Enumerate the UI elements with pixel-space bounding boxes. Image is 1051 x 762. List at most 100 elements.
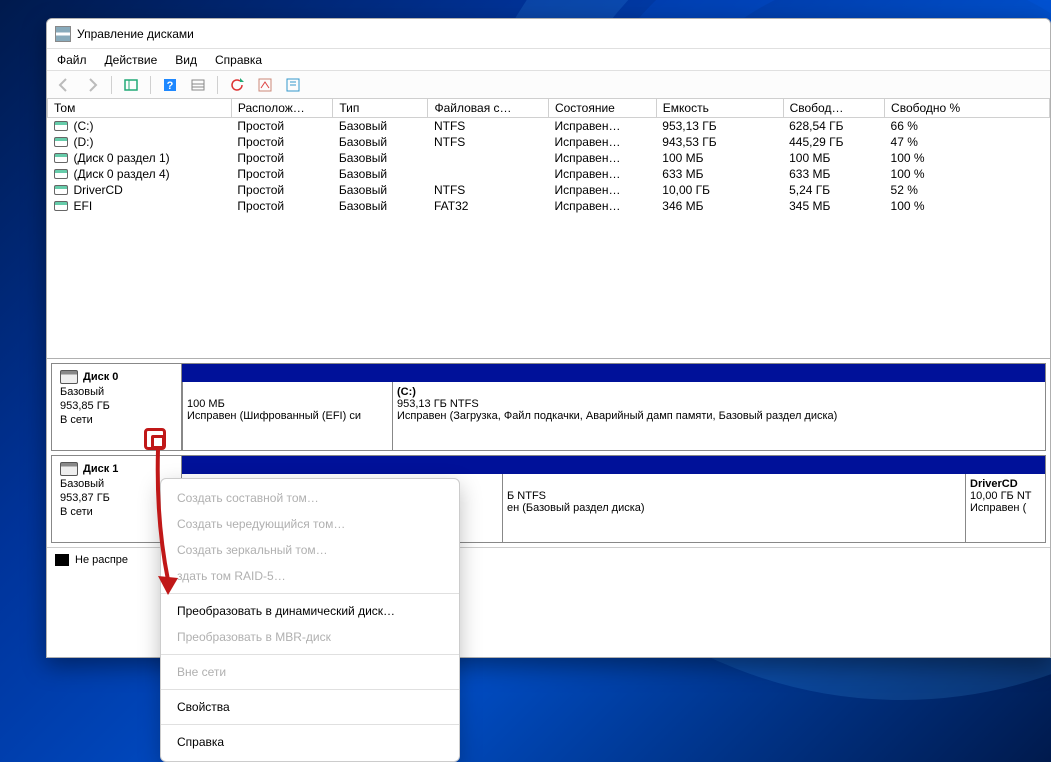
volume-layout: Простой	[231, 198, 332, 214]
volume-fs: NTFS	[428, 134, 548, 150]
disk-1-type: Базовый	[60, 478, 173, 490]
menu-item-help[interactable]: Справка	[161, 729, 459, 755]
volume-free: 5,24 ГБ	[783, 182, 884, 198]
volume-capacity: 633 МБ	[656, 166, 783, 182]
col-status[interactable]: Состояние	[548, 99, 656, 118]
properties-button[interactable]	[282, 74, 304, 96]
volume-row[interactable]: EFIПростойБазовыйFAT32Исправен…346 МБ345…	[48, 198, 1050, 214]
menu-item-striped: Создать чередующийся том…	[161, 511, 459, 537]
disk-icon	[60, 370, 78, 384]
svg-text:?: ?	[167, 80, 174, 92]
disk-0-state: В сети	[60, 414, 173, 426]
nav-back-button[interactable]	[53, 74, 75, 96]
volume-name: (Диск 0 раздел 4)	[74, 167, 170, 181]
volume-free-pct: 66 %	[885, 118, 1050, 135]
volume-name: (Диск 0 раздел 1)	[74, 151, 170, 165]
disk-1-name: Диск 1	[83, 463, 118, 475]
volume-layout: Простой	[231, 134, 332, 150]
volume-capacity: 346 МБ	[656, 198, 783, 214]
col-fs[interactable]: Файловая с…	[428, 99, 548, 118]
volume-free: 345 МБ	[783, 198, 884, 214]
part-name: (C:)	[397, 386, 1041, 398]
disk-icon	[60, 462, 78, 476]
disk-1-size: 953,87 ГБ	[60, 492, 173, 504]
col-volume[interactable]: Том	[48, 99, 232, 118]
volume-name: DriverCD	[74, 183, 123, 197]
disk-1-stripe	[182, 456, 1045, 474]
volume-free-pct: 100 %	[885, 150, 1050, 166]
volume-type: Базовый	[333, 118, 428, 135]
nav-forward-button[interactable]	[81, 74, 103, 96]
volume-fs: NTFS	[428, 118, 548, 135]
volume-row[interactable]: DriverCDПростойБазовыйNTFSИсправен…10,00…	[48, 182, 1050, 198]
menu-item-offline: Вне сети	[161, 659, 459, 685]
legend-swatch-unallocated	[55, 554, 69, 566]
refresh-button[interactable]	[226, 74, 248, 96]
settings-button[interactable]	[187, 74, 209, 96]
disk-0-info[interactable]: Диск 0 Базовый 953,85 ГБ В сети	[52, 364, 182, 450]
volume-capacity: 943,53 ГБ	[656, 134, 783, 150]
volume-icon	[54, 185, 68, 195]
col-free[interactable]: Свобод…	[783, 99, 884, 118]
col-capacity[interactable]: Емкость	[656, 99, 783, 118]
col-free-pct[interactable]: Свободно %	[885, 99, 1050, 118]
show-hide-button[interactable]	[120, 74, 142, 96]
volume-fs	[428, 150, 548, 166]
volume-name: EFI	[74, 199, 93, 213]
list-view-button[interactable]	[254, 74, 276, 96]
help-button[interactable]: ?	[159, 74, 181, 96]
menu-item-convert-mbr: Преобразовать в MBR-диск	[161, 624, 459, 650]
volume-row[interactable]: (Диск 0 раздел 1)ПростойБазовыйИсправен……	[48, 150, 1050, 166]
disk-0-part-c[interactable]: (C:) 953,13 ГБ NTFS Исправен (Загрузка, …	[392, 382, 1045, 450]
volume-row[interactable]: (Диск 0 раздел 4)ПростойБазовыйИсправен……	[48, 166, 1050, 182]
volume-free: 100 МБ	[783, 150, 884, 166]
disk-0-stripe	[182, 364, 1045, 382]
disk-0-part-1[interactable]: 100 МБ Исправен (Шифрованный (EFI) си	[182, 382, 392, 450]
volume-status: Исправен…	[548, 150, 656, 166]
volume-type: Базовый	[333, 134, 428, 150]
legend-label: Не распре	[75, 554, 128, 566]
volume-capacity: 100 МБ	[656, 150, 783, 166]
volume-fs	[428, 166, 548, 182]
volume-status: Исправен…	[548, 118, 656, 135]
volume-layout: Простой	[231, 182, 332, 198]
part-size: 100 МБ	[187, 398, 388, 410]
volume-icon	[54, 153, 68, 163]
volume-capacity: 10,00 ГБ	[656, 182, 783, 198]
menu-item-properties[interactable]: Свойства	[161, 694, 459, 720]
volume-free-pct: 47 %	[885, 134, 1050, 150]
volume-icon	[54, 201, 68, 211]
col-layout[interactable]: Располож…	[231, 99, 332, 118]
volume-row[interactable]: (D:)ПростойБазовыйNTFSИсправен…943,53 ГБ…	[48, 134, 1050, 150]
disk-row-0: Диск 0 Базовый 953,85 ГБ В сети 100 МБ И…	[51, 363, 1046, 451]
menu-action[interactable]: Действие	[105, 53, 158, 67]
volume-free-pct: 100 %	[885, 198, 1050, 214]
volume-layout: Простой	[231, 166, 332, 182]
column-headers[interactable]: Том Располож… Тип Файловая с… Состояние …	[48, 99, 1050, 118]
part-status: Исправен (Шифрованный (EFI) си	[187, 410, 388, 422]
volume-fs: FAT32	[428, 198, 548, 214]
menu-help[interactable]: Справка	[215, 53, 262, 67]
volume-status: Исправен…	[548, 166, 656, 182]
volume-type: Базовый	[333, 198, 428, 214]
volume-free: 628,54 ГБ	[783, 118, 884, 135]
disk-0-size: 953,85 ГБ	[60, 400, 173, 412]
part-status: Исправен (Загрузка, Файл подкачки, Авари…	[397, 410, 1041, 422]
col-type[interactable]: Тип	[333, 99, 428, 118]
disk-1-state: В сети	[60, 506, 173, 518]
menu-view[interactable]: Вид	[175, 53, 197, 67]
menu-file[interactable]: Файл	[57, 53, 87, 67]
menu-item-spanned: Создать составной том…	[161, 485, 459, 511]
volume-capacity: 953,13 ГБ	[656, 118, 783, 135]
menu-item-convert-dynamic[interactable]: Преобразовать в динамический диск…	[161, 598, 459, 624]
part-status: ен (Базовый раздел диска)	[507, 502, 961, 514]
toolbar: ?	[47, 71, 1050, 99]
disk-1-part-drivercd[interactable]: DriverCD 10,00 ГБ NT Исправен (	[965, 474, 1045, 542]
volume-row[interactable]: (C:)ПростойБазовыйNTFSИсправен…953,13 ГБ…	[48, 118, 1050, 135]
part-size: Б NTFS	[507, 490, 961, 502]
disk-context-menu: Создать составной том… Создать чередующи…	[160, 478, 460, 762]
volume-list[interactable]: Том Располож… Тип Файловая с… Состояние …	[47, 99, 1050, 359]
volume-name: (D:)	[74, 135, 94, 149]
disk-1-part-d[interactable]: Б NTFS ен (Базовый раздел диска)	[502, 474, 965, 542]
part-status: Исправен (	[970, 502, 1041, 514]
